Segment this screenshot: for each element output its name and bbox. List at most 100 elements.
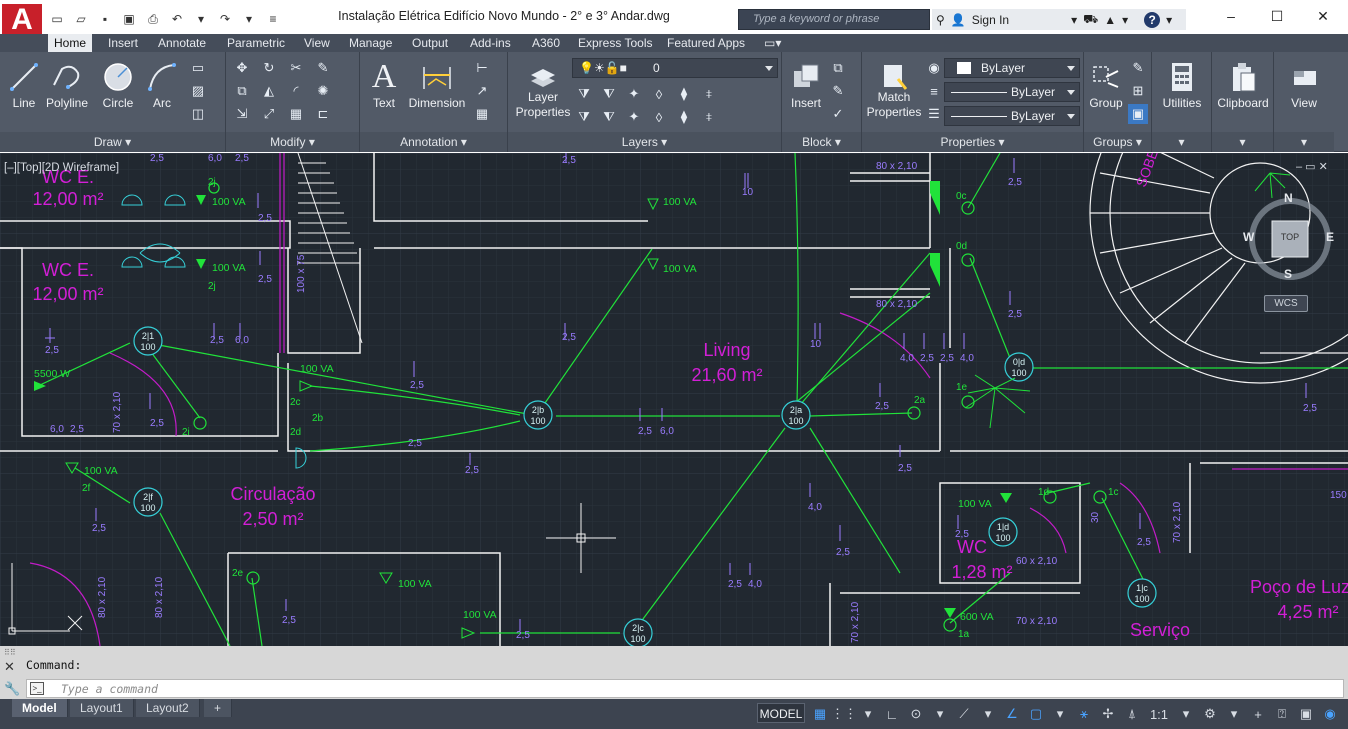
minimize-icon[interactable]: – — [1208, 0, 1254, 32]
tab-view[interactable]: View — [298, 34, 336, 52]
tab-output[interactable]: Output — [406, 34, 454, 52]
snap-icon[interactable]: ⋮⋮ — [831, 704, 857, 724]
clipboard-panel[interactable]: Clipboard ▾ — [1212, 52, 1274, 152]
new-file-icon[interactable]: ▭ — [46, 9, 68, 29]
table-icon[interactable]: ▦ — [472, 104, 492, 124]
rotate-icon[interactable]: ↻ — [259, 58, 279, 78]
viewport-controls[interactable]: [–][Top][2D Wireframe] — [4, 162, 119, 174]
lineweight-dropdown[interactable]: ByLayer — [944, 82, 1080, 102]
redo-icon[interactable]: ↷ — [214, 9, 236, 29]
annotation-monitor-icon[interactable]: + — [1248, 704, 1268, 724]
layer-unisolate-icon[interactable]: ◊ — [649, 107, 669, 127]
utilities-expand-icon[interactable]: ▾ — [1152, 135, 1211, 149]
annotation-visibility-icon[interactable]: ⚹ — [1074, 704, 1094, 724]
help-dropdown-icon[interactable]: ▾ — [1166, 13, 1172, 27]
save-icon[interactable]: ▪ — [94, 9, 116, 29]
explode-icon[interactable]: ✺ — [313, 81, 333, 101]
tab-add-ins[interactable]: Add-ins — [464, 34, 517, 52]
groups-panel-title[interactable]: Groups ▾ — [1084, 135, 1151, 149]
add-layout-button[interactable]: + — [204, 699, 233, 717]
clean-screen-icon[interactable]: ⤢ — [1344, 704, 1348, 724]
mirror-icon[interactable]: ◭ — [259, 81, 279, 101]
linear-dim-icon[interactable]: ⊢ — [472, 58, 492, 78]
group-edit-icon[interactable]: ⊞ — [1128, 81, 1148, 101]
layer-walk-icon[interactable]: ⧩ — [574, 107, 594, 127]
scale-dropdown-icon[interactable]: ▾ — [1176, 704, 1196, 724]
floor-plan[interactable]: 2|1100 2|f100 2|b100 2|a100 2|c100 0|d10… — [0, 153, 1348, 646]
create-block-icon[interactable]: ⧉ — [828, 58, 848, 78]
object-snap-tracking-icon[interactable]: ∠ — [1002, 704, 1022, 724]
layer-thaw-icon[interactable]: ⧫ — [674, 107, 694, 127]
modify-panel-title[interactable]: Modify ▾ — [226, 135, 359, 149]
isodraft-icon[interactable]: ⟋ — [954, 704, 974, 724]
block-panel-title[interactable]: Block ▾ — [782, 135, 861, 149]
copy-icon[interactable]: ⧉ — [232, 81, 252, 101]
clipboard-expand-icon[interactable]: ▾ — [1212, 135, 1273, 149]
compass-east[interactable]: E — [1326, 230, 1334, 244]
tab-a360[interactable]: A360 — [526, 34, 566, 52]
annotation-scale-icon[interactable]: ⍋ — [1122, 704, 1142, 724]
polar-dropdown-icon[interactable]: ▾ — [930, 704, 950, 724]
insert-block-tool[interactable]: Insert — [786, 58, 826, 110]
workspace-gear-icon[interactable]: ⚙ — [1200, 704, 1220, 724]
tab-home[interactable]: Home — [48, 34, 93, 52]
layers-panel-title[interactable]: Layers ▾ — [508, 135, 781, 149]
layer-freeze-icon[interactable]: ⧨ — [599, 84, 619, 104]
help-button[interactable]: ? — [1144, 11, 1161, 28]
close-icon[interactable]: ✕ — [1300, 0, 1346, 32]
command-input[interactable]: Type a command — [26, 679, 1344, 698]
annotation-panel-title[interactable]: Annotation ▾ — [360, 135, 507, 149]
circle-tool[interactable]: Circle — [98, 58, 138, 110]
view-tool[interactable]: View — [1278, 58, 1330, 110]
layer-isolate-icon[interactable]: ✦ — [624, 84, 644, 104]
object-snap-dropdown-icon[interactable]: ▾ — [1050, 704, 1070, 724]
a360-icon[interactable]: ▲ — [1104, 13, 1116, 27]
stay-connected-dropdown-icon[interactable]: ▾ — [1122, 13, 1128, 27]
polar-icon[interactable]: ⊙ — [906, 704, 926, 724]
viewport-window-controls[interactable]: – ▭ ✕ — [1296, 160, 1328, 173]
layer-delete-icon[interactable]: ✦ — [624, 107, 644, 127]
user-icon[interactable]: 👤 — [951, 13, 966, 27]
save-as-icon[interactable]: ▣ — [118, 9, 140, 29]
tab-annotate[interactable]: Annotate — [152, 34, 212, 52]
arc-tool[interactable]: Arc — [144, 58, 180, 110]
trim-icon[interactable]: ✂ — [286, 58, 306, 78]
view-expand-icon[interactable]: ▾ — [1274, 135, 1334, 149]
utilities-tool[interactable]: Utilities — [1156, 58, 1208, 110]
maximize-icon[interactable]: ☐ — [1254, 0, 1300, 32]
command-close-icon[interactable]: ✕ — [4, 659, 15, 675]
clipboard-tool[interactable]: Clipboard — [1214, 58, 1272, 110]
layer-off-icon[interactable]: ◊ — [649, 84, 669, 104]
block-attributes-icon[interactable]: ✓ — [828, 104, 848, 124]
units-icon[interactable]: ⍰ — [1272, 704, 1292, 724]
undo-dropdown-icon[interactable]: ▾ — [190, 9, 212, 29]
layer-dropdown[interactable]: 💡☀🔓■ 0 — [572, 58, 778, 78]
object-snap-icon[interactable]: ▢ — [1026, 704, 1046, 724]
redo-dropdown-icon[interactable]: ▾ — [238, 9, 260, 29]
open-file-icon[interactable]: ▱ — [70, 9, 92, 29]
tab-manage[interactable]: Manage — [343, 34, 398, 52]
stretch-icon[interactable]: ⇲ — [232, 104, 252, 124]
group-tool[interactable]: Group — [1086, 58, 1126, 110]
offset-icon[interactable]: ⊏ — [313, 104, 333, 124]
color-dropdown[interactable]: ByLayer — [944, 58, 1080, 78]
snap-dropdown-icon[interactable]: ▾ — [858, 704, 878, 724]
group-selection-icon[interactable]: ▣ — [1128, 104, 1148, 124]
ungroup-icon[interactable]: ✎ — [1128, 58, 1148, 78]
wcs-menu[interactable]: WCS — [1264, 295, 1308, 312]
command-customize-icon[interactable]: 🔧 — [4, 681, 20, 697]
application-menu-button[interactable]: A — [2, 4, 42, 38]
region-icon[interactable]: ◫ — [188, 104, 208, 124]
compass-west[interactable]: W — [1243, 230, 1254, 244]
plot-icon[interactable]: ⎙ — [142, 9, 164, 29]
model-space-button[interactable]: MODEL — [757, 703, 805, 723]
text-tool[interactable]: A Text — [366, 58, 402, 110]
move-icon[interactable]: ✥ — [232, 58, 252, 78]
linetype-dropdown[interactable]: ByLayer — [944, 106, 1080, 126]
properties-panel-title[interactable]: Properties ▾ — [862, 135, 1083, 149]
isodraft-dropdown-icon[interactable]: ▾ — [978, 704, 998, 724]
compass-north[interactable]: N — [1284, 191, 1293, 205]
polyline-tool[interactable]: Polyline — [44, 58, 90, 110]
match-properties-tool[interactable]: Match Properties — [864, 58, 924, 120]
erase-icon[interactable]: ✎ — [313, 58, 333, 78]
